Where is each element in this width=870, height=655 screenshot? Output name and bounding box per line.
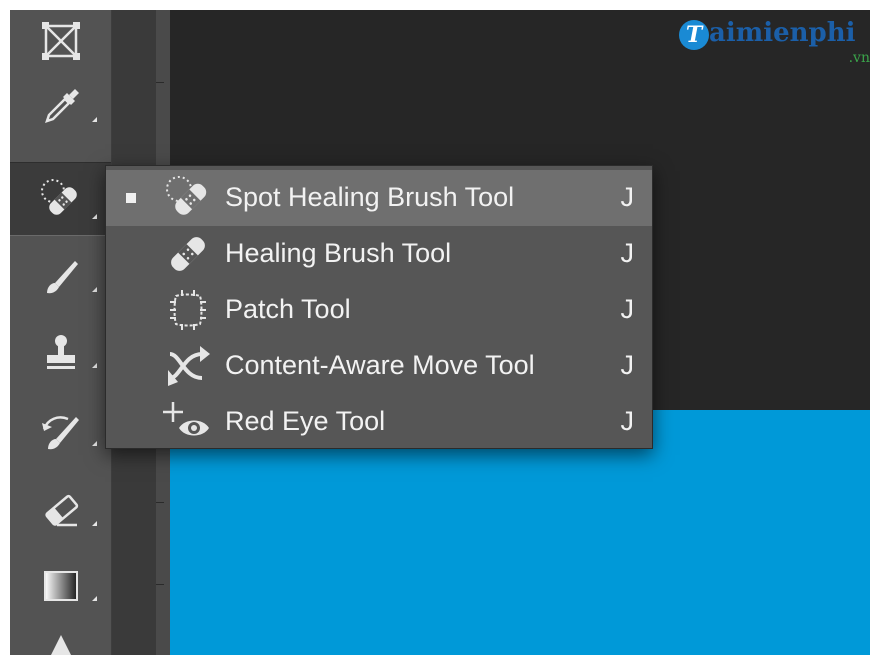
submenu-indicator-icon: [92, 214, 97, 219]
gradient-icon: [43, 571, 78, 601]
menu-item-label: Content-Aware Move Tool: [225, 350, 535, 380]
spot-healing-tool[interactable]: [10, 162, 111, 236]
spot-healing-bandage-icon: [40, 179, 77, 215]
menu-item-label: Spot Healing Brush Tool: [225, 182, 515, 212]
watermark-subtext: .vn: [848, 50, 870, 66]
menu-item-shortcut: J: [620, 350, 635, 380]
menu-item-shortcut: J: [620, 294, 635, 324]
menu-item-content-aware-move[interactable]: Content-Aware Move Tool J: [106, 338, 652, 394]
stamp-icon: [46, 335, 75, 369]
menu-item-label: Red Eye Tool: [225, 406, 386, 436]
eyedropper-tool[interactable]: [10, 76, 111, 138]
tools-panel: [10, 10, 112, 655]
brush-tool[interactable]: [10, 246, 111, 308]
watermark-logo-mark: T: [679, 20, 709, 50]
spot-healing-bandage-icon: [166, 176, 207, 215]
menu-item-shortcut: J: [620, 182, 635, 212]
ruler-tick: [156, 502, 164, 503]
menu-item-shortcut: J: [620, 406, 635, 436]
menu-item-label: Patch Tool: [225, 294, 351, 324]
eraser-tool[interactable]: [10, 480, 111, 542]
blur-drop-icon: [50, 635, 71, 655]
watermark-text: aimienphi: [709, 18, 856, 48]
content-aware-move-icon: [168, 346, 210, 386]
submenu-indicator-icon: [92, 521, 97, 526]
ruler-tick: [156, 82, 164, 83]
submenu-indicator-icon: [92, 287, 97, 292]
healing-tools-flyout-menu: Spot Healing Brush Tool J Healing Brush …: [105, 165, 653, 449]
eyedropper-icon: [44, 89, 79, 123]
red-eye-icon: [163, 402, 209, 436]
menu-item-red-eye[interactable]: Red Eye Tool J: [106, 394, 652, 450]
menu-item-label: Healing Brush Tool: [225, 238, 452, 268]
submenu-indicator-icon: [92, 363, 97, 368]
submenu-indicator-icon: [92, 117, 97, 122]
gradient-tool[interactable]: [10, 555, 111, 617]
selected-indicator-icon: [126, 193, 136, 203]
submenu-indicator-icon: [92, 441, 97, 446]
eraser-icon: [44, 494, 78, 527]
history-brush-icon: [41, 416, 79, 450]
menu-item-spot-healing-brush[interactable]: Spot Healing Brush Tool J: [106, 170, 652, 226]
clone-stamp-tool[interactable]: [10, 322, 111, 384]
menu-item-patch[interactable]: Patch Tool J: [106, 282, 652, 338]
photoshop-workspace: T aimienphi .vn Spot Healing Brush Tool …: [10, 10, 870, 655]
history-brush-tool[interactable]: [10, 400, 111, 462]
patch-icon: [170, 290, 206, 330]
frame-icon: [41, 22, 80, 60]
healing-bandage-icon: [171, 237, 205, 271]
menu-item-shortcut: J: [620, 238, 635, 268]
ruler-tick: [156, 584, 164, 585]
watermark-logo: T aimienphi .vn: [675, 16, 870, 76]
blur-tool[interactable]: [10, 622, 111, 655]
brush-icon: [46, 261, 78, 294]
submenu-indicator-icon: [92, 596, 97, 601]
menu-item-healing-brush[interactable]: Healing Brush Tool J: [106, 226, 652, 282]
frame-tool[interactable]: [10, 10, 111, 72]
